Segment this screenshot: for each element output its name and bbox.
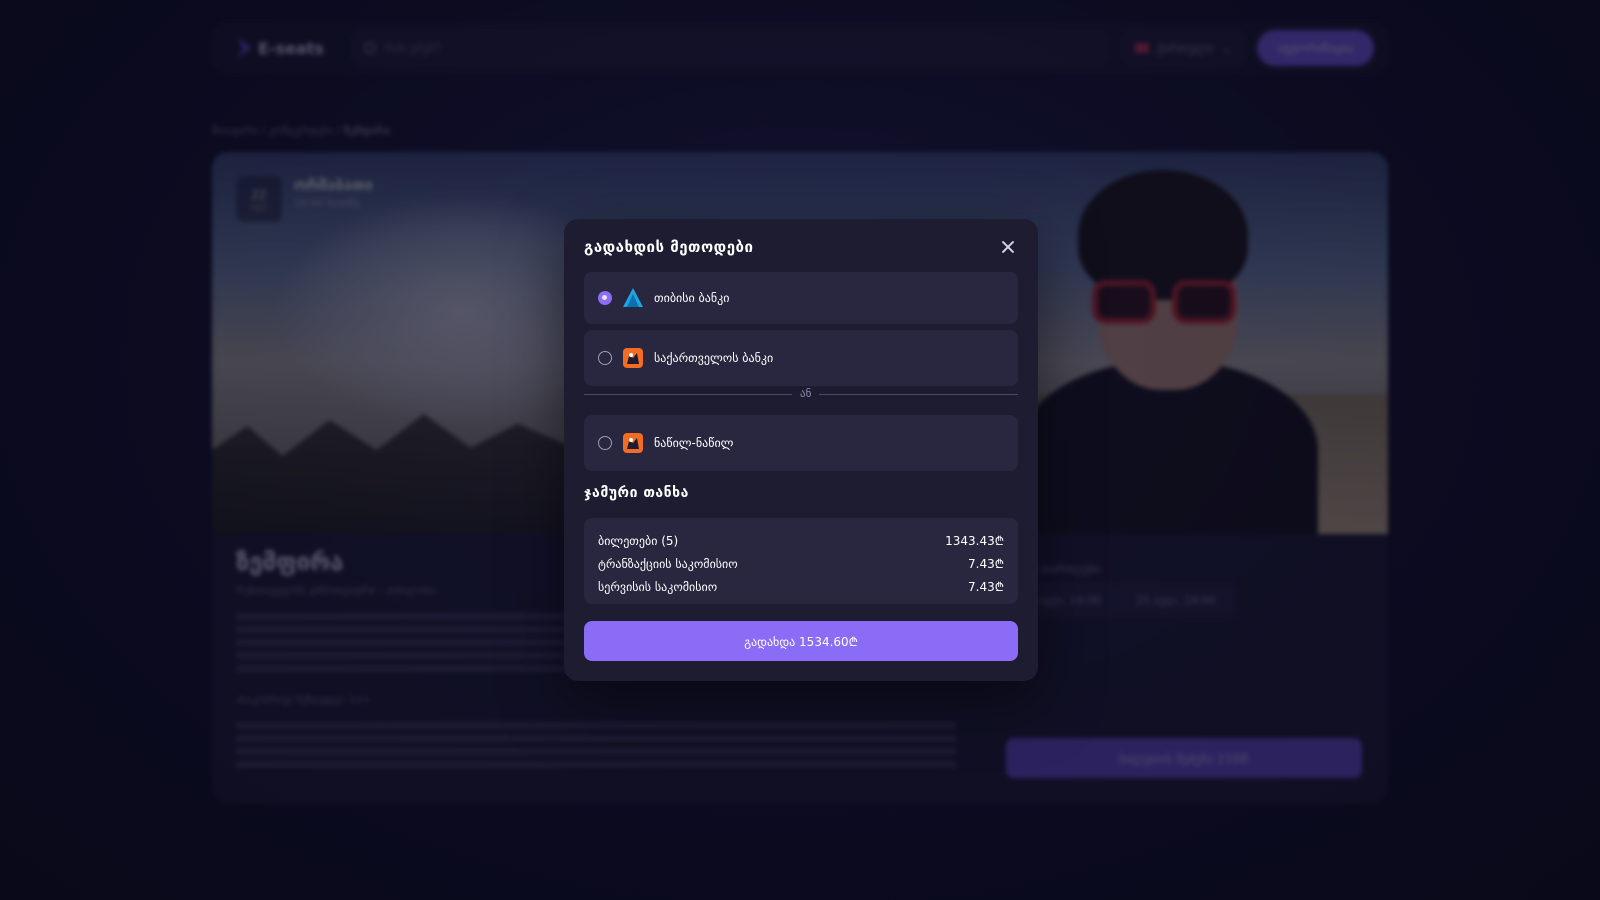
- payment-option-label: საქართველოს ბანკი: [654, 351, 774, 365]
- radio-button[interactable]: [598, 351, 612, 365]
- price-summary: ბილეთები (5) 1343.43₾ ტრანზაქციის საკომი…: [584, 518, 1018, 604]
- summary-row: ბილეთები (5) 1343.43₾: [598, 529, 1004, 552]
- payment-option-tbc[interactable]: თიბისი ბანკი: [584, 272, 1018, 324]
- bank-of-georgia-icon: [623, 348, 643, 368]
- tbc-bank-icon: [623, 288, 643, 307]
- payment-option-installments[interactable]: ნაწილ-ნაწილ: [584, 415, 1018, 471]
- summary-value: 7.43₾: [968, 557, 1004, 571]
- payment-option-label: თიბისი ბანკი: [654, 291, 730, 305]
- summary-row: ტრანზაქციის საკომისიო 7.43₾: [598, 552, 1004, 575]
- close-icon[interactable]: [998, 237, 1018, 257]
- radio-button[interactable]: [598, 436, 612, 450]
- modal-title: გადახდის მეთოდები: [584, 238, 754, 256]
- or-divider-label: ან: [792, 387, 820, 400]
- payment-option-bog[interactable]: საქართველოს ბანკი: [584, 330, 1018, 386]
- pay-button[interactable]: გადახდა 1534.60₾: [584, 621, 1018, 661]
- summary-label: ტრანზაქციის საკომისიო: [598, 556, 738, 571]
- payment-option-label: ნაწილ-ნაწილ: [654, 436, 734, 450]
- radio-button[interactable]: [598, 291, 612, 305]
- summary-label: ბილეთები (5): [598, 533, 679, 548]
- summary-value: 7.43₾: [968, 580, 1004, 594]
- payment-methods-modal: გადახდის მეთოდები თიბისი ბანკი საქართველ…: [564, 219, 1038, 681]
- total-amount-heading: ჯამური თანხა: [584, 485, 689, 501]
- bank-of-georgia-icon: [623, 433, 643, 453]
- summary-label: სერვისის საკომისიო: [598, 579, 718, 594]
- summary-value: 1343.43₾: [945, 534, 1004, 548]
- summary-row: სერვისის საკომისიო 7.43₾: [598, 575, 1004, 598]
